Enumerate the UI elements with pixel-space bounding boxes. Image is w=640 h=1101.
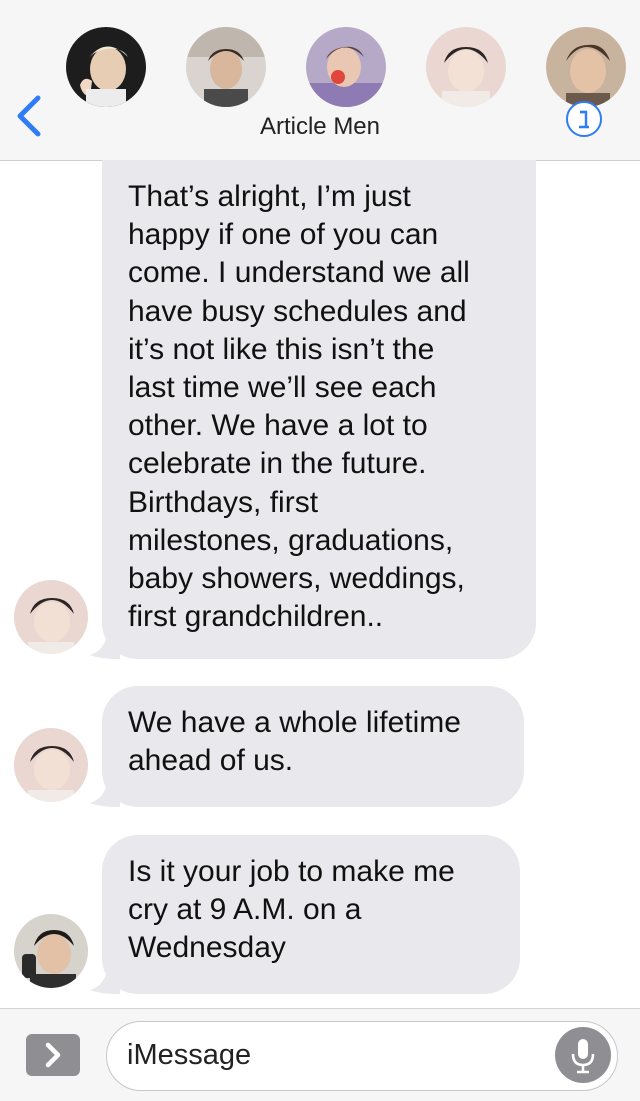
dictation-button[interactable]	[555, 1027, 611, 1083]
sender-avatar[interactable]	[14, 580, 88, 654]
participant-avatars	[0, 0, 640, 112]
conversation-title[interactable]: Article Men	[0, 113, 640, 141]
expand-apps-button[interactable]	[26, 1034, 80, 1076]
sender-avatar[interactable]	[14, 728, 88, 802]
message-bubble[interactable]: That’s alright, I’m just happy if one of…	[102, 160, 536, 659]
sender-avatar[interactable]	[14, 914, 88, 988]
message-bubble[interactable]: We have a whole lifetime ahead of us.	[102, 686, 524, 807]
message-bubble[interactable]: Is it your job to make me cry at 9 A.M. …	[102, 835, 520, 994]
participant-avatar[interactable]	[306, 27, 386, 107]
bubble-tail	[90, 968, 120, 994]
chevron-right-icon	[45, 1042, 61, 1068]
info-icon	[566, 101, 602, 137]
bubble-tail	[90, 781, 120, 807]
participant-avatar[interactable]	[66, 27, 146, 107]
bubble-tail	[90, 633, 120, 659]
message-input[interactable]: iMessage	[106, 1021, 618, 1091]
participant-avatar[interactable]	[546, 27, 626, 107]
message-composer: iMessage	[0, 1008, 640, 1101]
details-button[interactable]	[565, 100, 603, 138]
conversation-header: Article Men	[0, 0, 640, 161]
microphone-icon	[571, 1039, 595, 1074]
message-input-placeholder: iMessage	[127, 1039, 252, 1071]
participant-avatar[interactable]	[186, 27, 266, 107]
participant-avatar[interactable]	[426, 27, 506, 107]
